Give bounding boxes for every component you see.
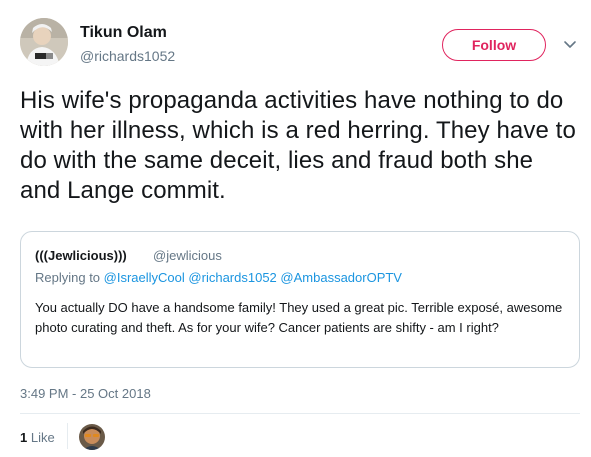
chevron-down-icon[interactable] [563, 38, 577, 52]
author-display-name[interactable]: Tikun Olam [80, 24, 167, 42]
tweet-card: Tikun Olam @richards1052 Follow His wife… [0, 0, 591, 457]
like-stats[interactable]: 1 Like [20, 430, 55, 445]
stats-separator [67, 423, 68, 449]
mention-link[interactable]: @AmbassadorOPTV [280, 270, 402, 285]
mention-link[interactable]: @richards1052 [188, 270, 276, 285]
quoted-display-name: (((Jewlicious))) [35, 248, 127, 263]
author-handle[interactable]: @richards1052 [80, 48, 175, 64]
mention-link[interactable]: @IsraellyCool [104, 270, 185, 285]
tweet-text: His wife's propaganda activities have no… [20, 87, 576, 204]
divider [20, 413, 580, 414]
replying-to-line: Replying to @IsraellyCool @richards1052 … [35, 270, 402, 285]
profile-photo-icon [20, 18, 68, 66]
follow-button[interactable]: Follow [442, 29, 546, 61]
quoted-tweet[interactable]: (((Jewlicious))) @jewlicious Replying to… [20, 231, 580, 368]
tweet-timestamp[interactable]: 3:49 PM - 25 Oct 2018 [20, 386, 151, 401]
replying-to-label: Replying to [35, 270, 101, 285]
author-avatar[interactable] [20, 18, 68, 66]
liker-avatar-icon[interactable] [79, 424, 105, 450]
quoted-handle: @jewlicious [153, 248, 222, 263]
like-count: 1 [20, 430, 28, 445]
like-label: Like [30, 430, 55, 445]
quoted-text: You actually DO have a handsome family! … [35, 300, 563, 335]
